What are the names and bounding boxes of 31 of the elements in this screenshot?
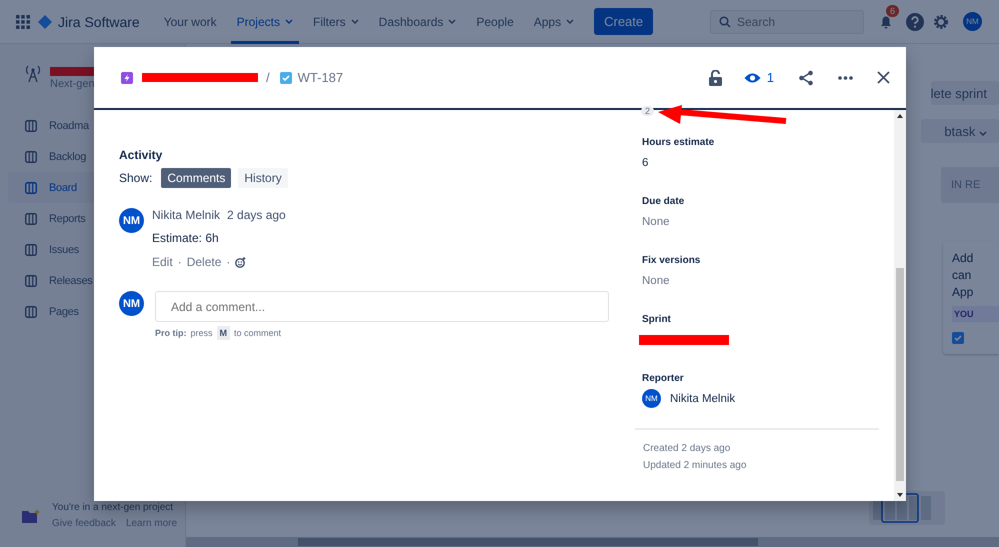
card-text: App [952,285,974,300]
separator-dot: · [226,255,230,269]
card-text: Add [952,251,974,266]
activity-heading: Activity [119,148,164,162]
tip-label: Pro tip: [155,328,186,338]
updated-date: Updated 2 minutes ago [643,460,748,471]
field-label: Fix versions [642,255,702,266]
count-badge: 2 [641,106,654,116]
user-avatar: NM [119,208,144,233]
field-label: Reporter [642,373,685,384]
tip-text: press [190,328,213,338]
column-header: IN RE [941,167,999,203]
show-label: Show: [119,171,152,185]
comment-text: Estimate: 6h [152,231,220,245]
project-type: Next-gen [50,78,96,90]
comment-time: 2 days ago [227,208,286,223]
field-label: Hours estimate [642,137,716,148]
separator-dot: · [178,255,182,269]
card-tag: YOU [952,306,999,322]
next-gen-notice: You're in a next-gen project [52,502,174,513]
created-date: Created 2 days ago [643,443,732,454]
user-avatar: NM [119,291,144,316]
keyboard-key: M [216,326,230,340]
field-label: Due date [642,196,686,207]
card-text: can [952,268,972,283]
breadcrumb-separator: / [266,70,270,85]
user-avatar: NM [642,389,661,408]
tip-text: to comment [234,328,282,338]
comment-author: Nikita Melnik [152,208,220,223]
field-label: Sprint [642,314,672,325]
notification-count: 6 [886,4,900,16]
